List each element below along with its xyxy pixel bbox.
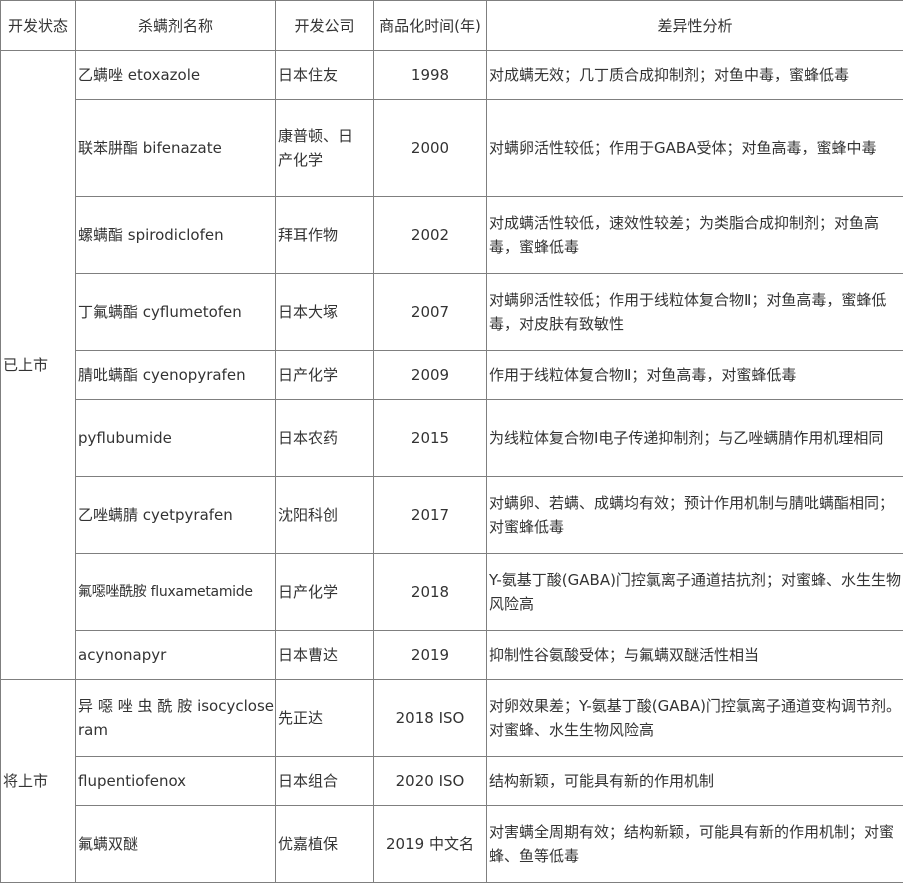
year-cell: 2015: [373, 399, 487, 477]
diff-cell: 对成螨无效；几丁质合成抑制剂；对鱼中毒，蜜蜂低毒: [486, 50, 903, 100]
diff-cell: 对卵效果差；Y-氨基丁酸(GABA)门控氯离子通道变构调节剂。对蜜蜂、水生生物风…: [486, 679, 903, 757]
name-cell: 联苯肼酯 bifenazate: [75, 99, 276, 197]
name-cell: 腈吡螨酯 cyenopyrafen: [75, 350, 276, 400]
name-cell: 丁氟螨酯 cyflumetofen: [75, 273, 276, 351]
diff-cell: 对螨卵活性较低；作用于线粒体复合物Ⅱ；对鱼高毒，蜜蜂低毒，对皮肤有致敏性: [486, 273, 903, 351]
year-cell: 1998: [373, 50, 487, 100]
year-cell: 2019 中文名: [373, 805, 487, 883]
company-cell: 日本曹达: [275, 630, 374, 680]
company-cell: 日产化学: [275, 553, 374, 631]
diff-cell: 对螨卵、若螨、成螨均有效；预计作用机制与腈吡螨酯相同；对蜜蜂低毒: [486, 476, 903, 554]
company-text: 康普顿、日产化学: [278, 127, 354, 169]
table-row: 氟螨双醚 优嘉植保 2019 中文名 对害螨全周期有效；结构新颖，可能具有新的作…: [1, 805, 903, 883]
diff-cell: 抑制性谷氨酸受体；与氟螨双醚活性相当: [486, 630, 903, 680]
header-diff: 差异性分析: [486, 0, 903, 51]
status-cell: 将上市: [0, 679, 76, 883]
table-row: acynonapyr 日本曹达 2019 抑制性谷氨酸受体；与氟螨双醚活性相当: [1, 630, 903, 680]
name-cell: 氟螨双醚: [75, 805, 276, 883]
year-cell: 2007: [373, 273, 487, 351]
company-cell: 日产化学: [275, 350, 374, 400]
company-cell: 日本大塚: [275, 273, 374, 351]
table-row: pyflubumide 日本农药 2015 为线粒体复合物Ⅰ电子传递抑制剂；与乙…: [1, 399, 903, 477]
name-cell: pyflubumide: [75, 399, 276, 477]
year-cell: 2009: [373, 350, 487, 400]
header-year: 商品化时间(年): [373, 0, 487, 51]
name-cell: flupentiofenox: [75, 756, 276, 806]
company-cell: 拜耳作物: [275, 196, 374, 274]
name-cell: 氟噁唑酰胺 fluxametamide: [75, 553, 276, 631]
diff-cell: Y-氨基丁酸(GABA)门控氯离子通道拮抗剂；对蜜蜂、水生生物风险高: [486, 553, 903, 631]
table-row: 乙唑螨腈 cyetpyrafen 沈阳科创 2017 对螨卵、若螨、成螨均有效；…: [1, 476, 903, 554]
company-cell: 日本住友: [275, 50, 374, 100]
name-cell: 螺螨酯 spirodiclofen: [75, 196, 276, 274]
acaricide-comparison-table: 开发状态 杀螨剂名称 开发公司 商品化时间(年) 差异性分析 已上市 乙螨唑 e…: [0, 0, 903, 883]
table-row: flupentiofenox 日本组合 2020 ISO 结构新颖，可能具有新的…: [1, 756, 903, 806]
table-row: 腈吡螨酯 cyenopyrafen 日产化学 2009 作用于线粒体复合物Ⅱ；对…: [1, 350, 903, 400]
table-row: 将上市 异 噁 唑 虫 酰 胺 isocycloseram 先正达 2018 I…: [0, 679, 903, 883]
diff-cell: 结构新颖，可能具有新的作用机制: [486, 756, 903, 806]
name-cell: 乙唑螨腈 cyetpyrafen: [75, 476, 276, 554]
company-cell: 优嘉植保: [275, 805, 374, 883]
year-cell: 2018: [373, 553, 487, 631]
year-cell: 2002: [373, 196, 487, 274]
table-row: 丁氟螨酯 cyflumetofen 日本大塚 2007 对螨卵活性较低；作用于线…: [1, 273, 903, 351]
name-cell: 异 噁 唑 虫 酰 胺 isocycloseram: [75, 679, 276, 757]
company-cell: 沈阳科创: [275, 476, 374, 554]
year-cell: 2017: [373, 476, 487, 554]
header-name: 杀螨剂名称: [75, 0, 276, 51]
company-cell: 日本组合: [275, 756, 374, 806]
year-cell: 2000: [373, 99, 487, 197]
diff-cell: 对害螨全周期有效；结构新颖，可能具有新的作用机制；对蜜蜂、鱼等低毒: [486, 805, 903, 883]
year-cell: 2020 ISO: [373, 756, 487, 806]
header-row: 开发状态 杀螨剂名称 开发公司 商品化时间(年) 差异性分析: [0, 0, 903, 51]
diff-cell: 为线粒体复合物Ⅰ电子传递抑制剂；与乙唑螨腈作用机理相同: [486, 399, 903, 477]
diff-cell: 对螨卵活性较低；作用于GABA受体；对鱼高毒，蜜蜂中毒: [486, 99, 903, 197]
name-cell: 乙螨唑 etoxazole: [75, 50, 276, 100]
company-cell: 日本农药: [275, 399, 374, 477]
header-company: 开发公司: [275, 0, 374, 51]
year-cell: 2018 ISO: [373, 679, 487, 757]
table-row: 氟噁唑酰胺 fluxametamide 日产化学 2018 Y-氨基丁酸(GAB…: [1, 553, 903, 631]
year-cell: 2019: [373, 630, 487, 680]
diff-cell: 对成螨活性较低，速效性较差；为类脂合成抑制剂；对鱼高毒，蜜蜂低毒: [486, 196, 903, 274]
company-cell: 康普顿、日产化学: [275, 99, 374, 197]
table-row: 联苯肼酯 bifenazate 康普顿、日产化学 2000 对螨卵活性较低；作用…: [1, 99, 903, 197]
name-text: 异 噁 唑 虫 酰 胺 isocycloseram: [78, 697, 274, 739]
diff-cell: 作用于线粒体复合物Ⅱ；对鱼高毒，对蜜蜂低毒: [486, 350, 903, 400]
company-cell: 先正达: [275, 679, 374, 757]
status-cell: 已上市: [0, 50, 76, 680]
header-status: 开发状态: [0, 0, 76, 51]
table-row: 已上市 乙螨唑 etoxazole 日本住友 1998 对成螨无效；几丁质合成抑…: [0, 50, 903, 680]
name-cell: acynonapyr: [75, 630, 276, 680]
table-row: 螺螨酯 spirodiclofen 拜耳作物 2002 对成螨活性较低，速效性较…: [1, 196, 903, 274]
